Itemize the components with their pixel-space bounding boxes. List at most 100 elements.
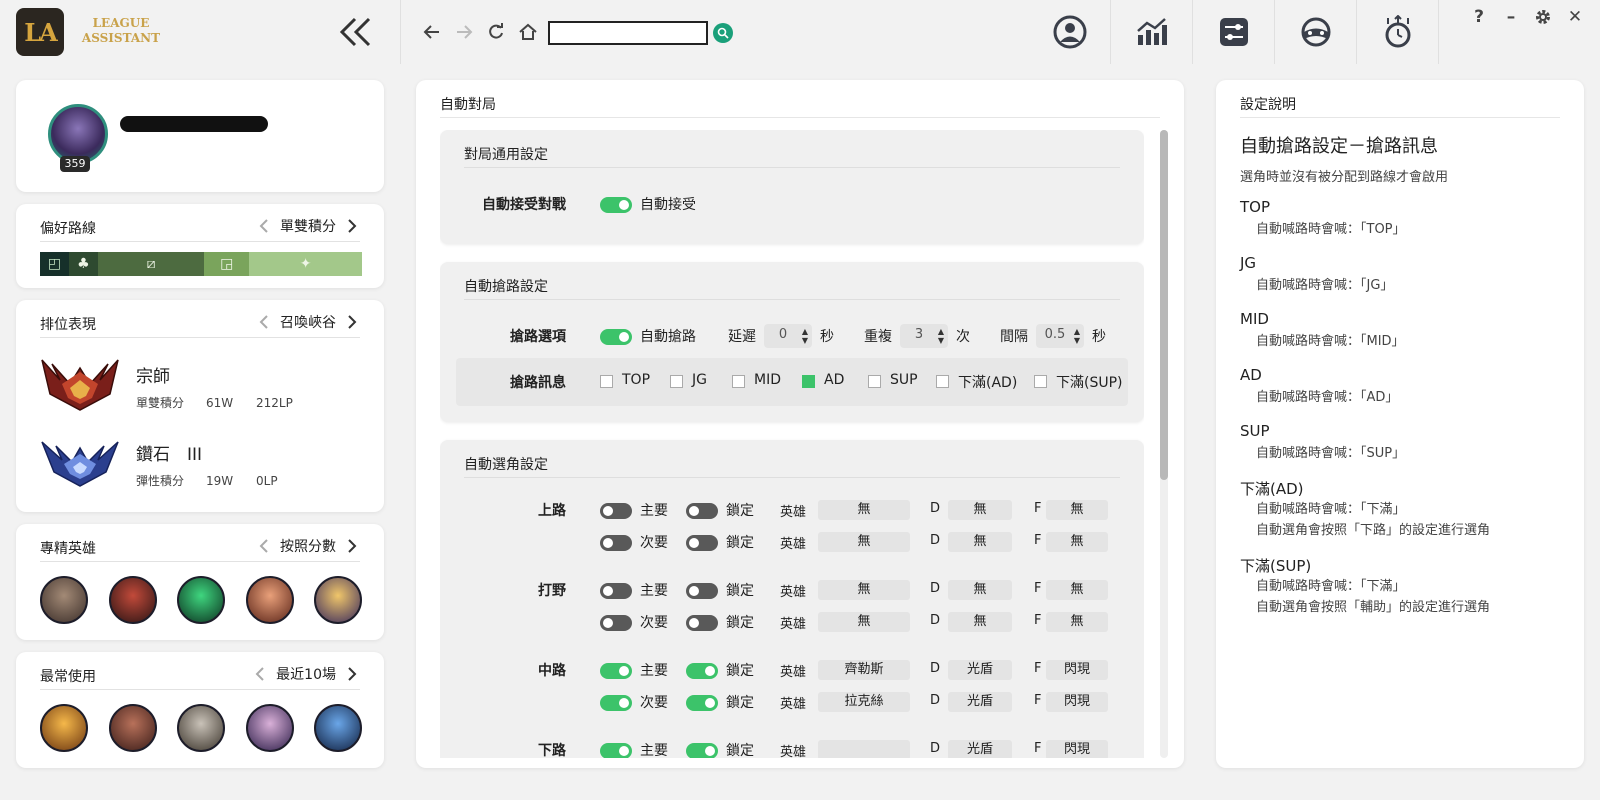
- champion-icon-10[interactable]: [314, 704, 362, 752]
- profile-button[interactable]: [1050, 12, 1090, 52]
- separator: [1110, 0, 1111, 64]
- lock-toggle[interactable]: [686, 615, 718, 631]
- scrollbar[interactable]: [1160, 130, 1168, 758]
- d-spell-select[interactable]: 光盾: [948, 660, 1012, 680]
- bot-fill-ad-checkbox[interactable]: [936, 375, 949, 388]
- champion-select[interactable]: 無: [818, 500, 910, 520]
- upgrade-button[interactable]: [1378, 12, 1418, 52]
- champion-select[interactable]: [818, 740, 910, 758]
- lock-toggle[interactable]: [686, 695, 718, 711]
- champion-icon-2[interactable]: [108, 576, 157, 624]
- f-spell-select[interactable]: 閃現: [1046, 740, 1108, 758]
- repeat-stepper[interactable]: 3 ▲ ▼: [900, 324, 948, 348]
- scroll-thumb[interactable]: [1160, 130, 1168, 480]
- game-button[interactable]: [1296, 12, 1336, 52]
- champion-icon-3[interactable]: [177, 576, 225, 624]
- champion-icon-6[interactable]: [40, 704, 88, 752]
- home-button[interactable]: [516, 20, 540, 44]
- champion-select[interactable]: 無: [818, 580, 910, 600]
- url-input[interactable]: [548, 21, 708, 45]
- stepper-arrows-icon[interactable]: ▲ ▼: [1074, 327, 1080, 345]
- settings-button[interactable]: [1532, 6, 1554, 28]
- auto-accept-toggle[interactable]: [600, 197, 632, 213]
- auto-lane-call-toggle[interactable]: [600, 329, 632, 345]
- champion-select[interactable]: 齊勒斯: [818, 660, 910, 680]
- lock-toggle[interactable]: [686, 583, 718, 599]
- bot-fill-sup-checkbox[interactable]: [1034, 375, 1047, 388]
- prev-button[interactable]: [256, 312, 272, 332]
- stats-button[interactable]: [1132, 12, 1172, 52]
- next-button[interactable]: [344, 216, 360, 236]
- champion-icon-1[interactable]: [40, 576, 88, 624]
- pick-enable-toggle[interactable]: [600, 535, 632, 551]
- f-spell-select[interactable]: 無: [1046, 500, 1108, 520]
- lock-toggle[interactable]: [686, 535, 718, 551]
- f-spell-select[interactable]: 無: [1046, 580, 1108, 600]
- f-spell-label: F: [1034, 613, 1042, 628]
- champion-label: 英雄: [780, 745, 807, 758]
- f-spell-select[interactable]: 無: [1046, 612, 1108, 632]
- avatar[interactable]: [48, 104, 108, 164]
- lock-toggle[interactable]: [686, 743, 718, 758]
- prev-button[interactable]: [252, 664, 268, 684]
- champion-select[interactable]: 拉克絲: [818, 692, 910, 712]
- stepper-arrows-icon[interactable]: ▲ ▼: [802, 327, 808, 345]
- stepper-arrows-icon[interactable]: ▲ ▼: [938, 327, 944, 345]
- d-spell-select[interactable]: 無: [948, 500, 1012, 520]
- pick-enable-toggle[interactable]: [600, 583, 632, 599]
- lock-toggle[interactable]: [686, 663, 718, 679]
- sup-checkbox[interactable]: [868, 375, 881, 388]
- delay-stepper[interactable]: 0 ▲ ▼: [764, 324, 812, 348]
- f-spell-select[interactable]: 閃現: [1046, 692, 1108, 712]
- forward-button[interactable]: [452, 20, 476, 44]
- close-button[interactable]: ✕: [1564, 6, 1586, 28]
- ad-checkbox[interactable]: [802, 375, 815, 388]
- help-key: AD: [1240, 366, 1262, 384]
- settings-scroll-area[interactable]: 對局通用設定 自動接受對戰 自動接受 自動搶路設定 搶路選項 自動搶路 延遲 0…: [440, 130, 1144, 758]
- d-spell-select[interactable]: 無: [948, 580, 1012, 600]
- lock-toggle[interactable]: [686, 503, 718, 519]
- champion-icon-4[interactable]: [245, 576, 294, 624]
- lock-label: 鎖定: [726, 695, 754, 711]
- pick-enable-toggle[interactable]: [600, 743, 632, 758]
- gamepad-icon: [1301, 17, 1331, 47]
- help-button[interactable]: ?: [1468, 6, 1490, 28]
- jungle-icon: ♣: [77, 256, 90, 272]
- top-checkbox[interactable]: [600, 375, 613, 388]
- champion-icon-7[interactable]: [108, 704, 157, 752]
- settings-sliders-button[interactable]: [1214, 12, 1254, 52]
- collapse-sidebar-button[interactable]: [338, 14, 374, 50]
- champion-select[interactable]: 無: [818, 612, 910, 632]
- pick-enable-toggle[interactable]: [600, 615, 632, 631]
- d-spell-select[interactable]: 無: [948, 612, 1012, 632]
- search-button[interactable]: [713, 23, 733, 43]
- f-spell-select[interactable]: 無: [1046, 532, 1108, 552]
- d-spell-select[interactable]: 光盾: [948, 740, 1012, 758]
- champion-label: 英雄: [780, 585, 807, 600]
- minimize-button[interactable]: –: [1500, 6, 1522, 28]
- d-spell-select[interactable]: 光盾: [948, 692, 1012, 712]
- prev-button[interactable]: [256, 216, 272, 236]
- pick-enable-toggle[interactable]: [600, 503, 632, 519]
- next-button[interactable]: [344, 536, 360, 556]
- logo-mark: LA: [24, 17, 57, 47]
- pick-enable-toggle[interactable]: [600, 663, 632, 679]
- refresh-button[interactable]: [484, 20, 508, 44]
- jg-checkbox[interactable]: [670, 375, 683, 388]
- back-button[interactable]: [420, 20, 444, 44]
- prev-button[interactable]: [256, 536, 272, 556]
- f-spell-select[interactable]: 閃現: [1046, 660, 1108, 680]
- champion-icon-5[interactable]: [314, 576, 362, 624]
- champion-icon-8[interactable]: [177, 704, 225, 752]
- d-spell-select[interactable]: 無: [948, 532, 1012, 552]
- stepper-value: 0: [778, 327, 788, 342]
- next-button[interactable]: [344, 664, 360, 684]
- mastery-card: 專精英雄 按照分數: [16, 524, 384, 640]
- pick-enable-toggle[interactable]: [600, 695, 632, 711]
- interval-stepper[interactable]: 0.5 ▲ ▼: [1036, 324, 1084, 348]
- card-title: 最常使用: [40, 669, 96, 685]
- next-button[interactable]: [344, 312, 360, 332]
- champion-icon-9[interactable]: [245, 704, 294, 752]
- mid-checkbox[interactable]: [732, 375, 745, 388]
- champion-select[interactable]: 無: [818, 532, 910, 552]
